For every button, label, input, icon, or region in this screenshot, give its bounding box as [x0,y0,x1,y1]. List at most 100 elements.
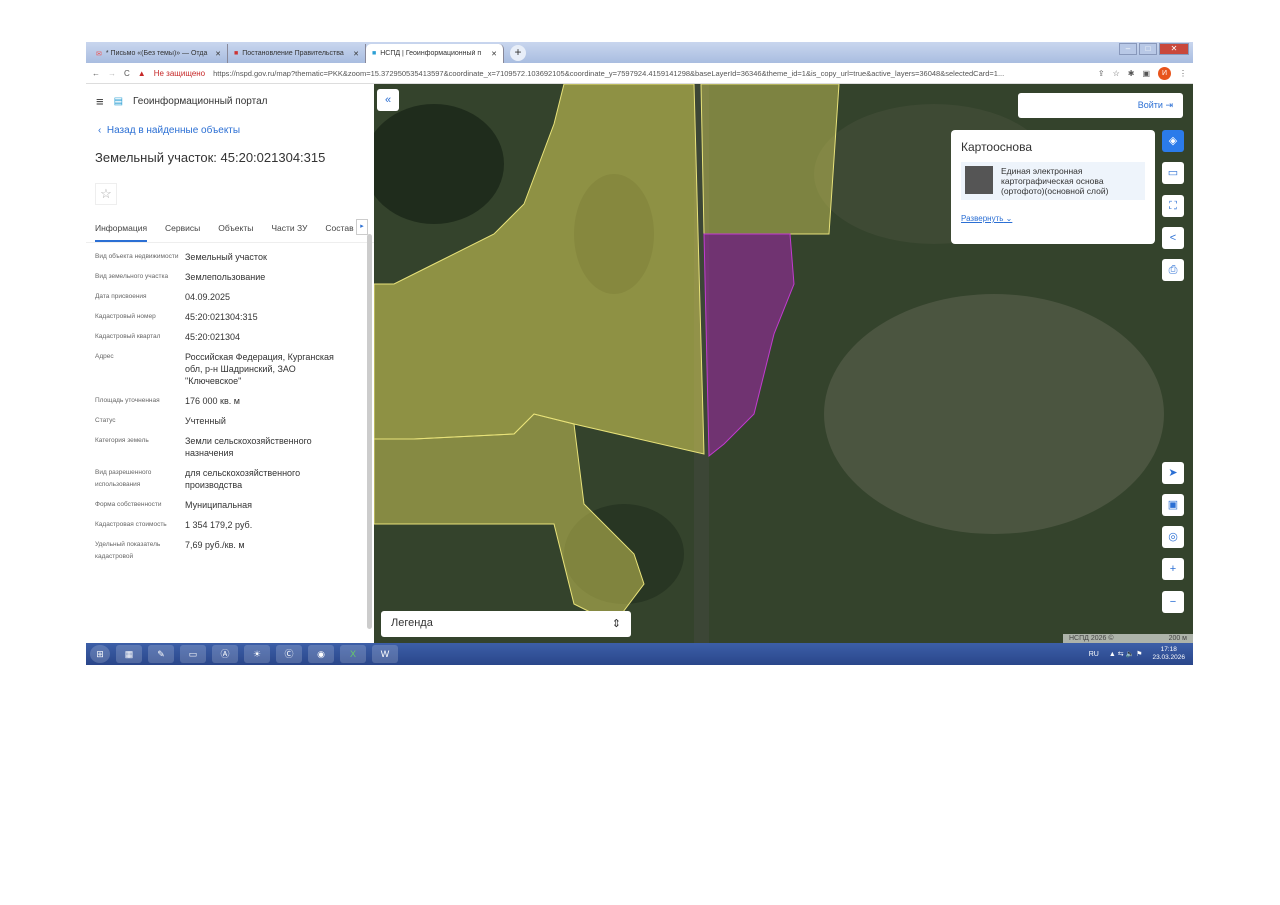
login-label: Войти [1137,100,1163,110]
minimize-button[interactable]: – [1119,43,1137,55]
attribute-key: Адрес [95,353,114,360]
chevron-updown-icon: ⇕ [611,618,621,630]
chrome-icon[interactable]: ◉ [308,645,334,663]
back-icon[interactable]: ← [92,69,100,78]
copyright: НСПД 2026 © [1069,635,1114,642]
zoom-in-button[interactable]: + [1162,558,1184,580]
reload-icon[interactable]: C [124,69,130,78]
attribute-key: Кадастровая стоимость [95,521,167,528]
collapse-sidebar-button[interactable]: « [377,89,399,111]
tab-label: Постановление Правительства [242,50,344,57]
geolocation-icon[interactable]: ➤ [1162,462,1184,484]
folder-icon[interactable]: ▭ [180,645,206,663]
attribute-key: Площадь уточненная [95,397,160,404]
attributes-list: Вид объекта недвижимости Земельный участо… [86,243,374,579]
portal-title[interactable]: Геоинформационный портал [133,96,267,107]
expand-link[interactable]: Развернуть ⌄ [961,214,1145,223]
hamburger-icon[interactable]: ≡ [96,94,104,109]
attribute-key: Вид земельного участка [95,273,169,280]
layers-icon[interactable]: ◈ [1162,130,1184,152]
browser-tab[interactable]: ■ Постановление Правительства ✕ [228,44,366,63]
search-location-icon[interactable]: ◎ [1162,526,1184,548]
time: 17:18 [1160,646,1177,653]
scale-label: 200 м [1168,635,1187,642]
screen: ✉ * Письмо «(Без темы)» — Отда ✕ ■ Постанов… [86,42,1193,665]
share-icon[interactable]: ⇪ [1098,69,1105,78]
date: 23.03.2026 [1152,654,1185,661]
scrollbar[interactable] [367,234,372,629]
maximize-button[interactable]: □ [1139,43,1157,55]
warning-icon: ▲ [137,68,146,78]
basemap-item-label: Единая электронная картографическая осно… [1001,166,1109,196]
attribute-row: Вид объекта недвижимости Земельный участо… [95,251,365,263]
tab-objects[interactable]: Объекты [218,223,253,242]
browser-tab[interactable]: ✉ * Письмо «(Без темы)» — Отда ✕ [90,44,228,63]
attribute-row: Кадастровая стоимость 1 354 179,2 руб. [95,519,365,531]
attribute-key: Удельный показатель кадастровой [95,541,161,560]
url-input[interactable]: https://nspd.gov.ru/map?thematic=PKK&zoo… [213,69,1090,78]
attribute-row: Форма собственности Муниципальная [95,499,365,511]
zoom-out-button[interactable]: − [1162,591,1184,613]
new-tab-button[interactable]: + [510,45,526,61]
taskbar-app-icon[interactable]: ☀ [244,645,270,663]
close-icon[interactable]: ✕ [353,50,359,58]
login-button[interactable]: Войти ⇥ [1018,93,1183,118]
attribute-row: Площадь уточненная 176 000 кв. м [95,395,365,407]
attribute-row: Адрес Российская Федерация, Курганская об… [95,351,365,387]
sidepanel-icon[interactable]: ▣ [1142,69,1150,78]
select-area-icon[interactable]: ⛶ [1162,195,1184,217]
print-icon[interactable]: ⎙ [1162,259,1184,281]
attribute-row: Вид земельного участка Землепользование [95,271,365,283]
share-icon[interactable]: < [1162,227,1184,249]
close-icon[interactable]: ✕ [215,50,221,58]
back-link[interactable]: ‹ Назад в найденные объекты [86,119,374,142]
attribute-row: Удельный показатель кадастровой 7,69 руб.… [95,539,365,563]
forward-icon[interactable]: → [108,69,116,78]
map[interactable]: « Войти ⇥ Картооснова Единая электронная… [374,84,1193,643]
legend-dropdown[interactable]: Легенда ⇕ [381,611,631,637]
favorite-star-button[interactable]: ☆ [95,183,117,205]
tabs-scroll-right-button[interactable]: ▸ [356,219,368,235]
attribute-row: Кадастровый номер 45:20:021304:315 [95,311,365,323]
attribute-value: 7,69 руб./кв. м [185,540,245,550]
taskbar-app-icon[interactable]: ▦ [116,645,142,663]
bookmark-star-icon[interactable]: ☆ [1113,69,1120,78]
ruler-icon[interactable]: ▭ [1162,162,1184,184]
language-indicator[interactable]: RU [1089,651,1099,658]
close-window-button[interactable]: ✕ [1159,43,1189,55]
attribute-value: 04.09.2025 [185,292,231,302]
tray-icons[interactable]: ▲ ⇆ 🔈 ⚑ [1109,650,1143,658]
close-icon[interactable]: ✕ [491,50,497,58]
menu-icon[interactable]: ⋮ [1179,69,1187,78]
attribute-key: Форма собственности [95,501,162,508]
clock[interactable]: 17:18 23.03.2026 [1152,646,1185,662]
address-bar: ← → C ▲ Не защищено https://nspd.gov.ru/map… [86,63,1193,84]
attribute-value: Российская Федерация, Курганская обл, р-… [185,352,334,386]
tab-services[interactable]: Сервисы [165,223,200,242]
attribute-key: Статус [95,417,116,424]
sidebar: ≡ ▤ Геоинформационный портал ‹ Назад в най… [86,84,374,643]
attribute-row: Кадастровый квартал 45:20:021304 [95,331,365,343]
tab-label: НСПД | Геоинформационный п [380,50,482,57]
browser-tab-active[interactable]: ■ НСПД | Геоинформационный п ✕ [366,44,504,63]
tab-parts[interactable]: Части ЗУ [271,223,307,242]
minimap-icon[interactable]: ▣ [1162,494,1184,516]
taskbar-app-icon[interactable]: Ⓐ [212,645,238,663]
attribute-key: Дата присвоения [95,293,147,300]
word-icon[interactable]: W [372,645,398,663]
profile-avatar[interactable]: И [1158,66,1171,80]
extensions-icon[interactable]: ✱ [1128,69,1135,78]
portal-logo-icon: ▤ [113,96,124,107]
basemap-item[interactable]: Единая электронная картографическая осно… [961,162,1145,200]
attribute-value: Земельный участок [185,252,267,262]
taskbar-app-icon[interactable]: Ⓒ [276,645,302,663]
taskbar-app-icon[interactable]: ✎ [148,645,174,663]
taskbar: ⊞ ▦ ✎ ▭ Ⓐ ☀ Ⓒ ◉ X W RU ▲ ⇆ 🔈 ⚑ 17:18 23.03.… [86,643,1193,665]
tab-label: * Письмо «(Без темы)» — Отда [105,50,208,57]
start-button[interactable]: ⊞ [90,645,110,663]
tab-composition[interactable]: Состав [325,223,353,242]
security-label[interactable]: Не защищено [154,69,205,78]
excel-icon[interactable]: X [340,645,366,663]
attribute-value: Землепользование [185,272,266,282]
tab-info[interactable]: Информация [95,223,148,242]
